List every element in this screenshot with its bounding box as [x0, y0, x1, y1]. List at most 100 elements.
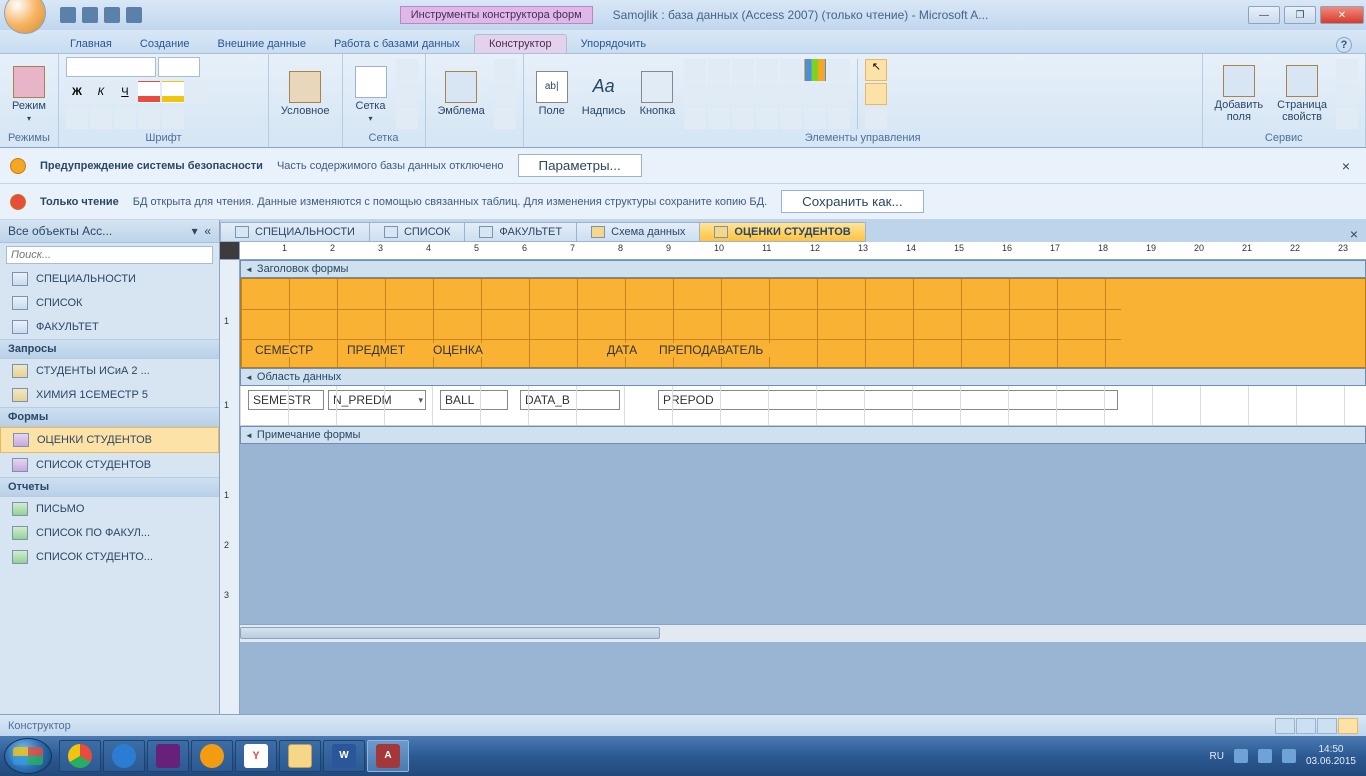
align-right-button[interactable]: [114, 107, 136, 129]
ctrl-toggle-icon[interactable]: [684, 83, 706, 105]
taskbar-word[interactable]: W: [323, 740, 365, 772]
underline-button[interactable]: Ч: [114, 81, 136, 103]
nav-header[interactable]: Все объекты Acc...▾ «: [0, 220, 219, 243]
label-control-button[interactable]: AaНадпись: [576, 69, 632, 119]
font-color-button[interactable]: [138, 81, 160, 103]
tray-flag-icon[interactable]: [1234, 749, 1248, 763]
nav-query-chem[interactable]: ХИМИЯ 1СЕМЕСТР 5: [0, 383, 219, 407]
detail-area[interactable]: SEMESTR N_PREDM BALL DATA_B PREPOD: [240, 386, 1366, 426]
start-button[interactable]: [4, 738, 52, 774]
qat-undo-icon[interactable]: [82, 7, 98, 23]
run-macro-button[interactable]: [1336, 107, 1358, 129]
form-header-area[interactable]: СЕМЕСТР ПРЕДМЕТ ОЦЕНКА ДАТА ПРЕПОДАВАТЕЛ…: [240, 278, 1366, 368]
tray-clock[interactable]: 14:5003.06.2015: [1306, 744, 1356, 768]
doctab-close[interactable]: ×: [1342, 226, 1366, 242]
align-left-button[interactable]: [66, 107, 88, 129]
date-time-button[interactable]: [494, 107, 516, 129]
code-button[interactable]: [1336, 83, 1358, 105]
maximize-button[interactable]: ❐: [1284, 6, 1316, 24]
nav-table-list[interactable]: СПИСОК: [0, 291, 219, 315]
logo-button[interactable]: Эмблема: [432, 69, 491, 119]
ctrl-attach-icon[interactable]: [684, 107, 706, 129]
activex-controls-button[interactable]: [865, 107, 887, 129]
design-surface[interactable]: Заголовок формы СЕМЕСТР ПРЕДМЕТ ОЦЕНКА Д…: [240, 260, 1366, 714]
property-sheet-button[interactable]: Страница свойств: [1271, 63, 1333, 125]
datasheet-view-button[interactable]: [1296, 718, 1316, 734]
tab-external-data[interactable]: Внешние данные: [204, 35, 320, 53]
security-warning-close[interactable]: ×: [1336, 158, 1356, 174]
ctrl-line-icon[interactable]: [756, 59, 778, 81]
button-control-button[interactable]: Кнопка: [634, 69, 682, 119]
textbox-control-button[interactable]: ab|Поле: [530, 69, 574, 119]
nav-section-forms[interactable]: Формы: [0, 407, 219, 427]
ctrl-bound-icon[interactable]: [828, 59, 850, 81]
nav-query-students[interactable]: СТУДЕНТЫ ИСиА 2 ...: [0, 359, 219, 383]
control-wizards-button[interactable]: [865, 83, 887, 105]
nav-section-reports[interactable]: Отчеты: [0, 477, 219, 497]
label-date[interactable]: ДАТА: [607, 343, 655, 357]
ctrl-image-icon[interactable]: [780, 83, 802, 105]
doctab-specs[interactable]: СПЕЦИАЛЬНОСТИ: [220, 222, 370, 242]
qat-redo-icon[interactable]: [104, 7, 120, 23]
ctrl-activex-icon[interactable]: [732, 107, 754, 129]
italic-button[interactable]: К: [90, 81, 112, 103]
label-subject[interactable]: ПРЕДМЕТ: [347, 343, 421, 357]
qat-save-icon[interactable]: [60, 7, 76, 23]
tray-lang[interactable]: RU: [1209, 751, 1223, 762]
add-fields-button[interactable]: Добавить поля: [1209, 63, 1270, 125]
doctab-grades[interactable]: ОЦЕНКИ СТУДЕНТОВ: [699, 222, 865, 242]
line-color-button[interactable]: [186, 81, 208, 103]
taskbar-media[interactable]: [191, 740, 233, 772]
design-view-button[interactable]: [1338, 718, 1358, 734]
nav-search-input[interactable]: [6, 246, 213, 264]
tray-network-icon[interactable]: [1258, 749, 1272, 763]
nav-report-letter[interactable]: ПИСЬМО: [0, 497, 219, 521]
label-grade[interactable]: ОЦЕНКА: [433, 343, 503, 357]
conditional-fmt-button[interactable]: Условное: [275, 69, 336, 119]
control-grade[interactable]: BALL: [440, 390, 508, 410]
taskbar-chrome[interactable]: [59, 740, 101, 772]
bold-button[interactable]: Ж: [66, 81, 88, 103]
ctrl-list-icon[interactable]: [708, 59, 730, 81]
ctrl-more1-icon[interactable]: [756, 107, 778, 129]
vertical-ruler[interactable]: 11123: [220, 260, 240, 714]
horizontal-scrollbar[interactable]: [240, 624, 1366, 642]
taskbar-yandex[interactable]: Y: [235, 740, 277, 772]
nav-report-byfac[interactable]: СПИСОК ПО ФАКУЛ...: [0, 521, 219, 545]
ctrl-subform-icon[interactable]: [732, 59, 754, 81]
ctrl-more3-icon[interactable]: [804, 107, 826, 129]
title-button[interactable]: [494, 59, 516, 81]
label-semester[interactable]: СЕМЕСТР: [255, 343, 327, 357]
form-view-button[interactable]: [1275, 718, 1295, 734]
nav-section-queries[interactable]: Запросы: [0, 339, 219, 359]
ctrl-hyperlink-icon[interactable]: [708, 107, 730, 129]
taskbar-vs[interactable]: [147, 740, 189, 772]
ctrl-more4-icon[interactable]: [828, 107, 850, 129]
align-center-button[interactable]: [90, 107, 112, 129]
fill-color-button[interactable]: [162, 81, 184, 103]
close-button[interactable]: ✕: [1320, 6, 1364, 24]
taskbar-access[interactable]: A: [367, 740, 409, 772]
select-all-box[interactable]: [220, 242, 240, 259]
control-date[interactable]: DATA_B: [520, 390, 620, 410]
view-mode-button[interactable]: Режим▾: [6, 64, 52, 125]
doctab-schema[interactable]: Схема данных: [576, 222, 700, 242]
doctab-faculty[interactable]: ФАКУЛЬТЕТ: [464, 222, 577, 242]
label-teacher[interactable]: ПРЕПОДАВАТЕЛЬ: [659, 343, 799, 357]
tab-home[interactable]: Главная: [56, 35, 126, 53]
tab-design[interactable]: Конструктор: [474, 34, 567, 53]
tab-arrange[interactable]: Упорядочить: [567, 35, 660, 53]
ctrl-option-icon[interactable]: [804, 83, 826, 105]
tab-create[interactable]: Создание: [126, 35, 204, 53]
nav-form-grades[interactable]: ОЦЕНКИ СТУДЕНТОВ: [0, 427, 219, 453]
control-semester[interactable]: SEMESTR: [248, 390, 324, 410]
ctrl-chart-icon[interactable]: [804, 59, 826, 81]
layout-view-button[interactable]: [1317, 718, 1337, 734]
qat-more-icon[interactable]: [126, 7, 142, 23]
help-icon[interactable]: ?: [1336, 37, 1352, 53]
nav-table-specs[interactable]: СПЕЦИАЛЬНОСТИ: [0, 267, 219, 291]
ctrl-tab-icon[interactable]: [708, 83, 730, 105]
font-size-combo[interactable]: [158, 57, 200, 77]
page-numbers-button[interactable]: [494, 83, 516, 105]
minimize-button[interactable]: —: [1248, 6, 1280, 24]
